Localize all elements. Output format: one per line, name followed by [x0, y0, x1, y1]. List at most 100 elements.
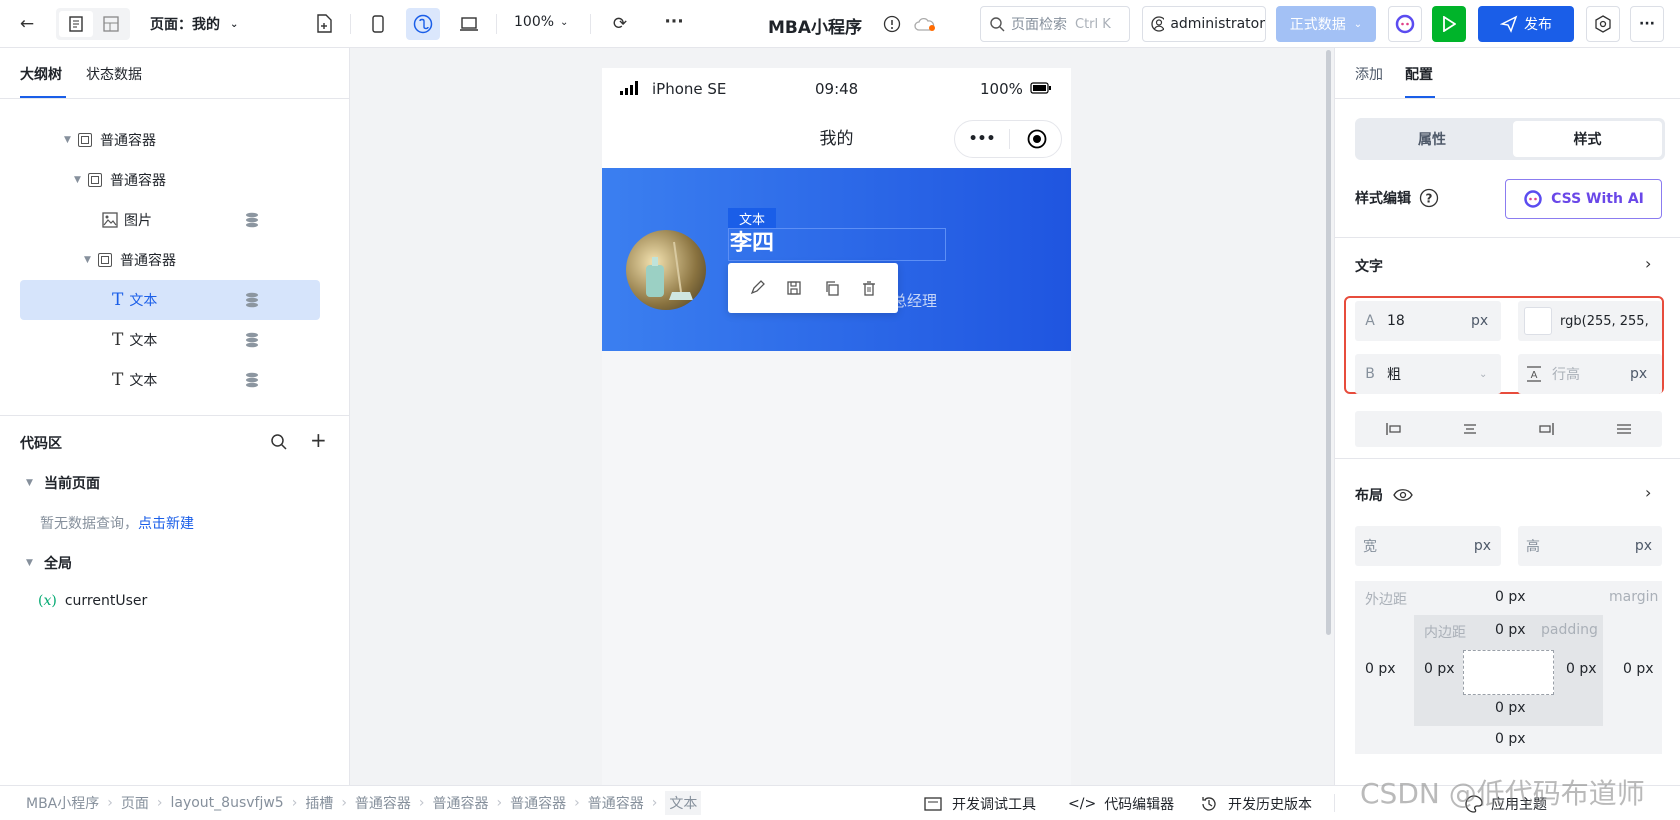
- zoom-selector[interactable]: 100% ⌄: [514, 14, 568, 30]
- eye-icon[interactable]: [1393, 488, 1413, 502]
- ai-assistant-button[interactable]: [1388, 6, 1422, 42]
- profile-name[interactable]: 李四: [730, 231, 774, 257]
- breadcrumb-item[interactable]: 页面: [121, 793, 149, 813]
- delete-icon[interactable]: [861, 280, 877, 296]
- tree-node-label: 文本: [129, 333, 158, 349]
- history-button[interactable]: 开发历史版本: [1200, 794, 1312, 814]
- breadcrumb-item[interactable]: layout_8usvfjw5: [170, 795, 283, 811]
- info-icon[interactable]: [880, 12, 904, 36]
- tree-node-text-selected[interactable]: T 文本: [20, 280, 320, 320]
- breadcrumb-item[interactable]: 插槽: [305, 793, 333, 813]
- back-arrow-icon[interactable]: ←: [14, 12, 40, 36]
- search-icon[interactable]: [270, 433, 288, 451]
- page-search-box[interactable]: 页面检索 Ctrl K: [980, 6, 1130, 42]
- tab-add[interactable]: 添加: [1355, 64, 1383, 84]
- more-icon[interactable]: ···: [662, 10, 686, 34]
- add-icon[interactable]: +: [310, 428, 327, 452]
- height-field[interactable]: 高 px: [1518, 526, 1662, 566]
- canvas-scrollbar[interactable]: [1326, 50, 1331, 635]
- segment-properties[interactable]: 属性: [1358, 121, 1506, 157]
- margin-label: 外边距: [1365, 592, 1407, 608]
- breadcrumb-current[interactable]: 文本: [665, 791, 702, 815]
- align-left-icon[interactable]: [1355, 411, 1432, 447]
- save-icon[interactable]: [786, 280, 802, 296]
- empty-query-hint: 暂无数据查询，点击新建: [40, 513, 194, 533]
- padding-left-value[interactable]: 0 px: [1424, 661, 1455, 677]
- tree-node-text[interactable]: T 文本: [20, 360, 320, 400]
- capsule-close-icon[interactable]: [1027, 129, 1047, 149]
- database-icon[interactable]: [245, 292, 259, 308]
- line-height-field[interactable]: A 行高 px: [1518, 354, 1662, 394]
- font-weight-select[interactable]: B 粗 ⌄: [1355, 354, 1501, 394]
- database-icon[interactable]: [245, 212, 259, 228]
- mobile-device-icon[interactable]: [366, 12, 390, 36]
- capsule-more-icon[interactable]: •••: [955, 131, 1009, 147]
- breadcrumb-item[interactable]: MBA小程序: [26, 793, 99, 813]
- chevron-down-icon: ⌄: [1353, 18, 1363, 30]
- publish-button[interactable]: 发布: [1478, 6, 1574, 42]
- laptop-device-icon[interactable]: [456, 12, 482, 36]
- more-menu-button[interactable]: ···: [1630, 6, 1664, 42]
- caret-down-icon[interactable]: ▼: [84, 255, 98, 265]
- breadcrumb-item[interactable]: 普通容器: [355, 793, 411, 813]
- align-right-icon[interactable]: [1509, 411, 1586, 447]
- user-menu[interactable]: administrator: [1142, 6, 1266, 42]
- align-justify-icon[interactable]: [1585, 411, 1662, 447]
- breadcrumb-item[interactable]: 普通容器: [588, 793, 644, 813]
- tree-node-container[interactable]: ▼ 普通容器: [20, 240, 320, 280]
- avatar[interactable]: [626, 230, 706, 310]
- divider: [1335, 237, 1680, 238]
- dev-tools-button[interactable]: 开发调试工具: [924, 794, 1036, 814]
- database-icon[interactable]: [245, 372, 259, 388]
- padding-top-value[interactable]: 0 px: [1495, 622, 1526, 638]
- tab-outline-tree[interactable]: 大纲树: [20, 64, 62, 84]
- page-selector[interactable]: 页面：我的 ⌄: [150, 14, 238, 34]
- global-group[interactable]: ▼ 全局: [26, 553, 72, 573]
- margin-left-value[interactable]: 0 px: [1365, 661, 1396, 677]
- chevron-right-icon[interactable]: ›: [1645, 483, 1651, 502]
- padding-right-value[interactable]: 0 px: [1566, 661, 1597, 677]
- tab-state-data[interactable]: 状态数据: [86, 64, 142, 84]
- current-page-group[interactable]: ▼ 当前页面: [26, 473, 100, 493]
- color-swatch[interactable]: [1524, 307, 1552, 335]
- margin-bottom-value[interactable]: 0 px: [1495, 731, 1526, 747]
- caret-down-icon[interactable]: ▼: [64, 135, 78, 145]
- create-query-link[interactable]: 点击新建: [138, 516, 194, 532]
- caret-down-icon[interactable]: ▼: [74, 175, 88, 185]
- copy-icon[interactable]: [824, 280, 840, 296]
- font-color-field[interactable]: rgb(255, 255,: [1518, 301, 1662, 341]
- settings-button[interactable]: [1586, 6, 1620, 42]
- tab-config[interactable]: 配置: [1405, 64, 1433, 84]
- align-center-icon[interactable]: [1432, 411, 1509, 447]
- refresh-icon[interactable]: ⟳: [608, 12, 632, 36]
- variable-item[interactable]: (𝑥) currentUser: [38, 593, 147, 609]
- breadcrumb-item[interactable]: 普通容器: [510, 793, 566, 813]
- help-icon[interactable]: ?: [1419, 188, 1439, 208]
- dev-tools-label: 开发调试工具: [952, 797, 1036, 813]
- margin-top-value[interactable]: 0 px: [1495, 589, 1526, 605]
- segment-style[interactable]: 样式: [1513, 121, 1662, 157]
- breadcrumb-item[interactable]: 普通容器: [433, 793, 489, 813]
- code-editor-button[interactable]: </> 代码编辑器: [1068, 794, 1174, 814]
- outline-view-button[interactable]: [59, 11, 93, 37]
- margin-right-value[interactable]: 0 px: [1623, 661, 1654, 677]
- layout-view-button[interactable]: [95, 11, 127, 37]
- padding-bottom-value[interactable]: 0 px: [1495, 700, 1526, 716]
- preview-button[interactable]: [1432, 6, 1466, 42]
- chevron-right-icon[interactable]: ›: [1645, 254, 1651, 273]
- miniprogram-device-button[interactable]: [406, 8, 440, 40]
- tree-node-text[interactable]: T 文本: [20, 320, 320, 360]
- data-env-selector[interactable]: 正式数据 ⌄: [1276, 6, 1376, 42]
- database-icon[interactable]: [245, 332, 259, 348]
- edit-icon[interactable]: [749, 280, 765, 296]
- tree-node-container[interactable]: ▼ 普通容器: [20, 120, 320, 160]
- width-field[interactable]: 宽 px: [1355, 526, 1501, 566]
- tree-node-container[interactable]: ▼ 普通容器: [20, 160, 320, 200]
- new-page-icon[interactable]: [312, 12, 336, 36]
- username: administrator: [1170, 16, 1265, 32]
- font-size-value: 18: [1387, 313, 1405, 329]
- tree-node-image[interactable]: 图片: [20, 200, 320, 240]
- css-with-ai-button[interactable]: CSS With AI: [1505, 179, 1662, 219]
- font-size-field[interactable]: A 18 px: [1355, 301, 1501, 341]
- capsule-menu[interactable]: •••: [954, 120, 1062, 158]
